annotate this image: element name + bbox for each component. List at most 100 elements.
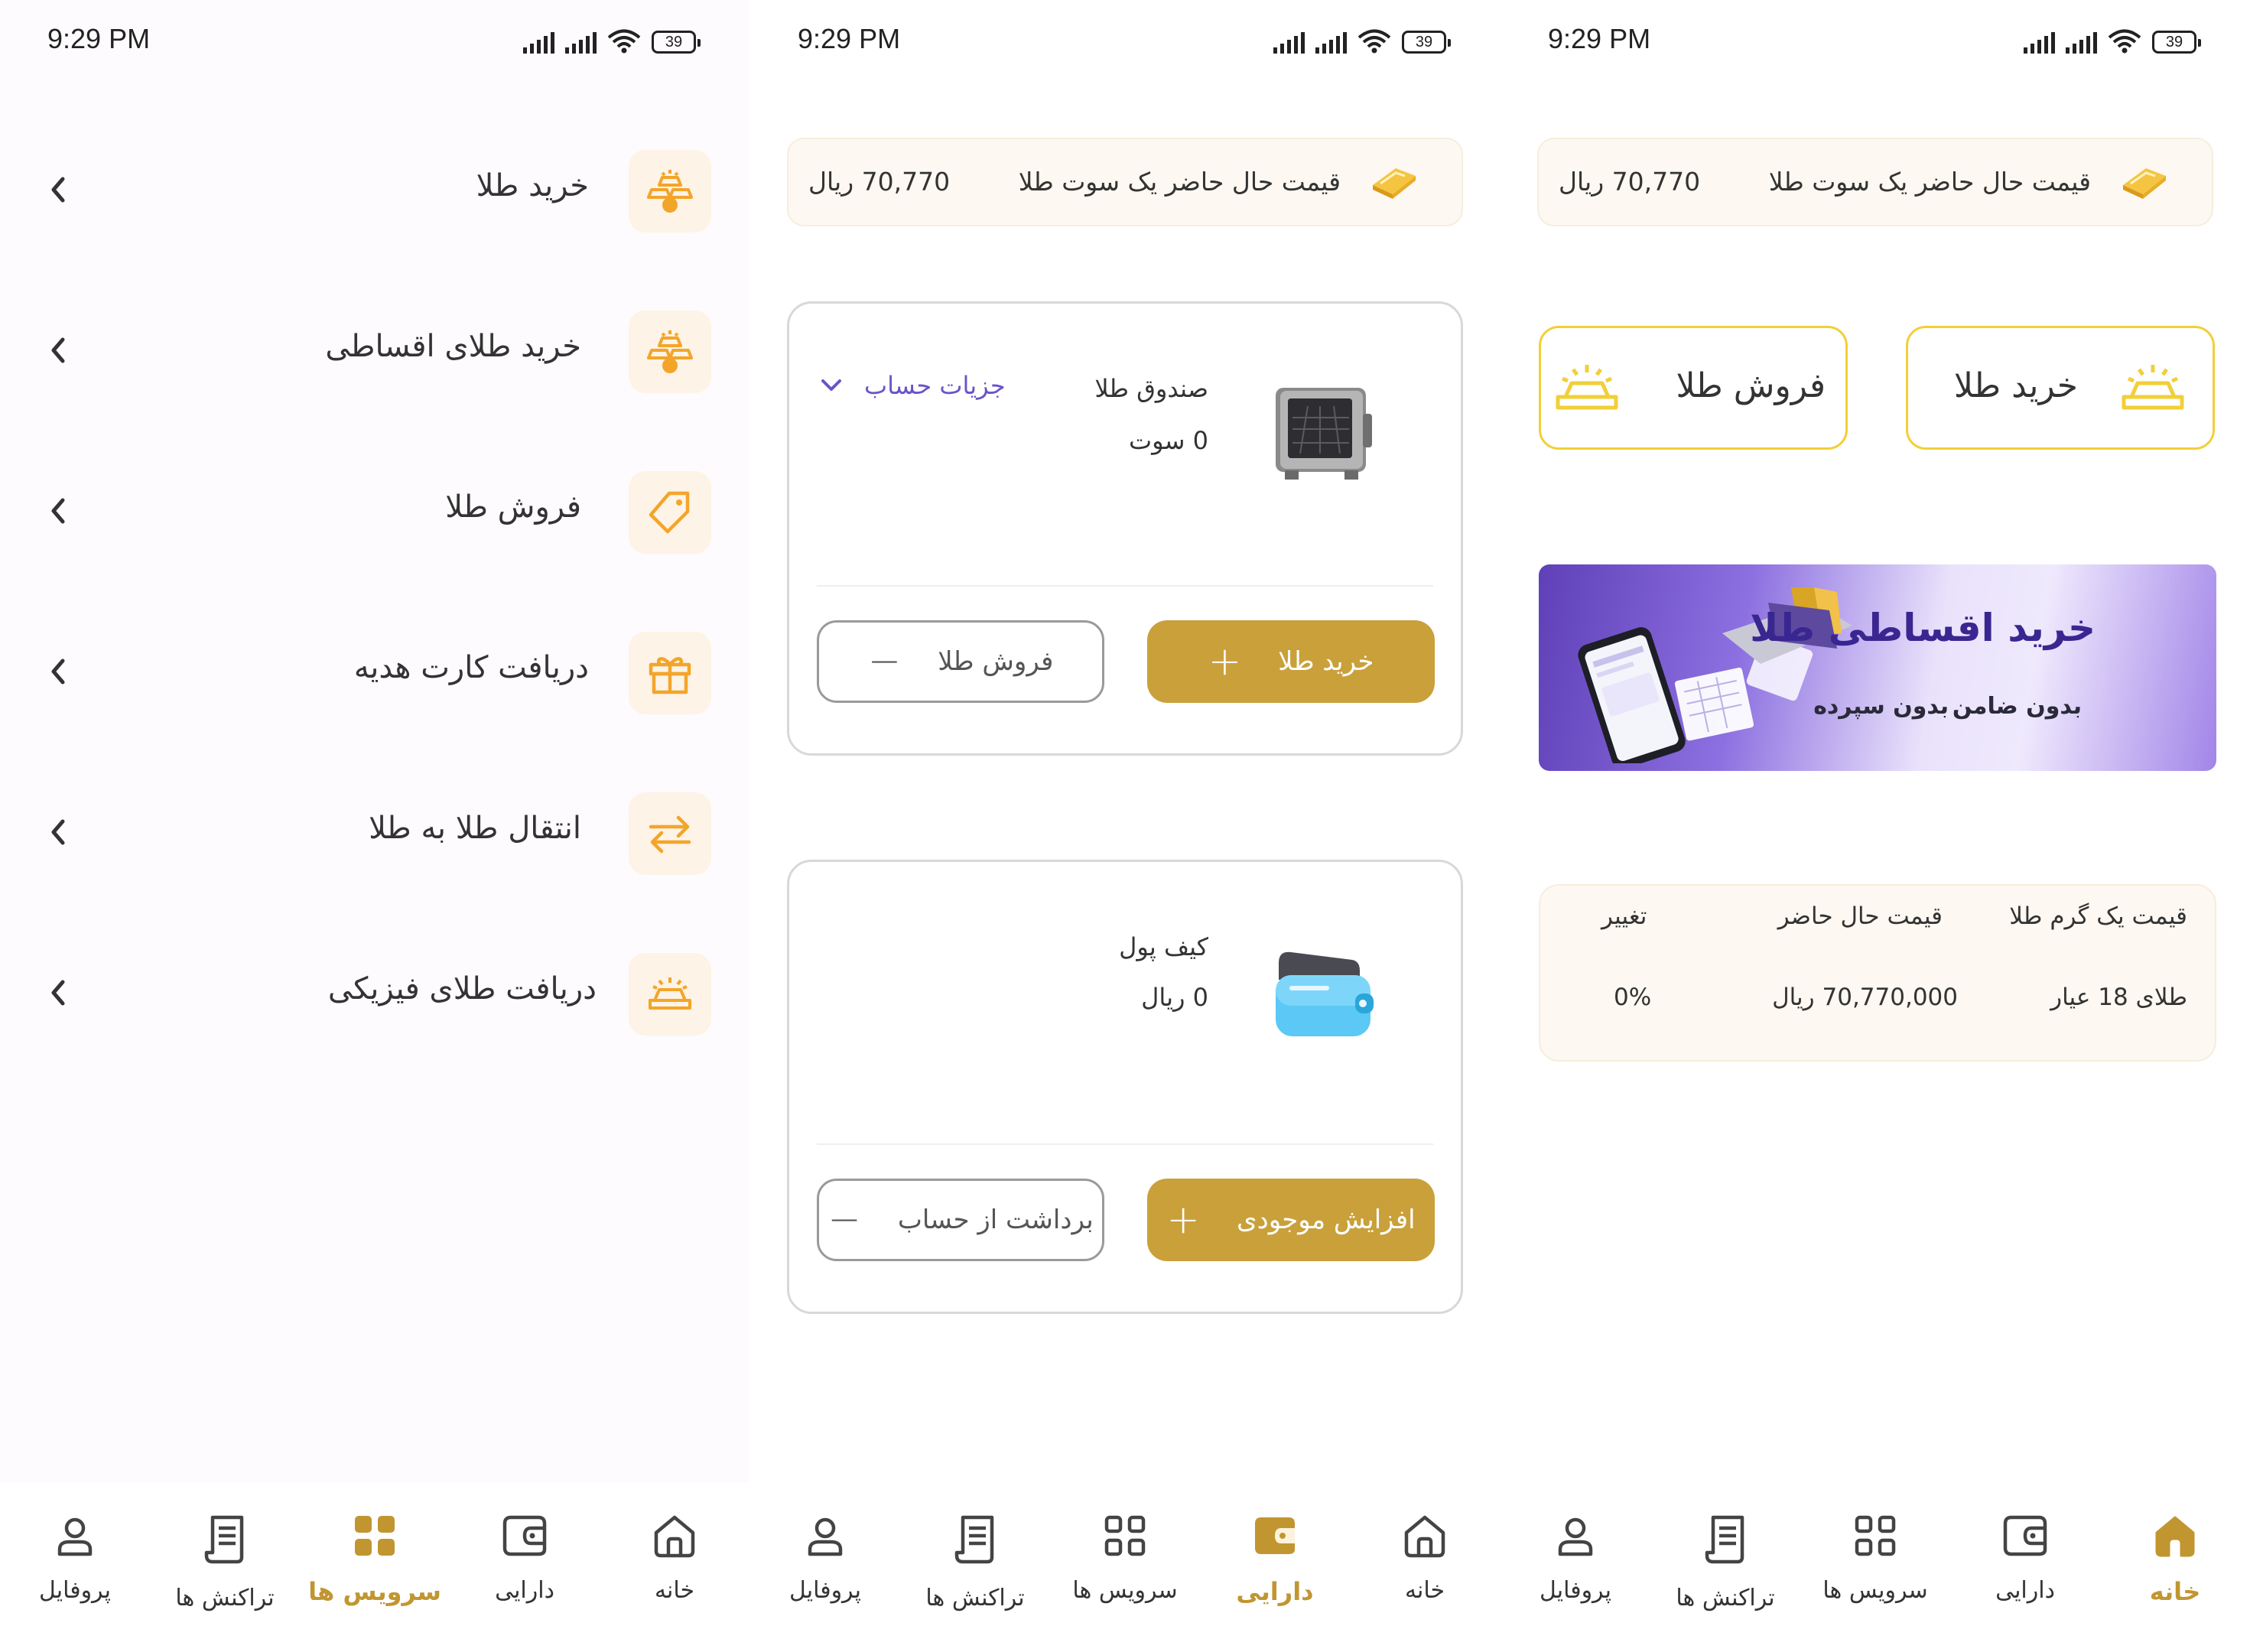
nav-home[interactable]: خانه	[2100, 1513, 2250, 1628]
nav-assets[interactable]: دارایی	[1200, 1513, 1350, 1628]
gold-bars-icon	[629, 150, 711, 233]
receipt-icon	[1705, 1515, 1744, 1564]
battery-icon: 39	[1402, 31, 1451, 54]
wallet-icon	[1276, 951, 1374, 1036]
gold-box-title: صندوق طلا	[1094, 374, 1208, 403]
grid-icon	[1855, 1515, 1896, 1556]
gold-bar-icon	[1556, 365, 1618, 410]
nav-home[interactable]: خانه	[1350, 1513, 1500, 1628]
service-physical-gold[interactable]: دریافت طلای فیزیکی	[0, 947, 749, 1039]
home-icon	[2155, 1516, 2195, 1557]
chevron-left-icon	[51, 498, 65, 524]
bottom-nav: پروفایل تراکنش ها سرویس ها دارایی خانه	[750, 1482, 1500, 1652]
nav-profile[interactable]: پروفایل	[750, 1513, 900, 1628]
status-bar: 9:29 PM 39	[1501, 0, 2250, 80]
nav-services[interactable]: سرویس ها	[1800, 1513, 1950, 1628]
nav-services[interactable]: سرویس ها	[300, 1513, 450, 1628]
home-screen: 9:29 PM 39 قیمت حال حاضر یک سوت طلا 70,7…	[1501, 0, 2250, 1652]
nav-transactions[interactable]: تراکنش ها	[1650, 1513, 1800, 1628]
user-icon	[57, 1517, 93, 1556]
status-icons: 39	[2024, 28, 2201, 54]
price-tag-icon	[629, 471, 711, 554]
promo-title: خرید اقساطی طلا	[1750, 606, 2096, 650]
gold-price-banner: قیمت حال حاضر یک سوت طلا 70,770 ریال	[787, 138, 1463, 226]
swap-arrows-icon	[629, 792, 711, 875]
chevron-left-icon	[51, 819, 65, 845]
price-value: 70,770 ریال	[808, 167, 951, 197]
bottom-nav: پروفایل تراکنش ها سرویس ها دارایی خانه	[0, 1482, 749, 1652]
gold-price-banner: قیمت حال حاضر یک سوت طلا 70,770 ریال	[1537, 138, 2213, 226]
gold-box-card: صندوق طلا 0 سوت جزیات حساب − فروش طلا + …	[787, 301, 1463, 756]
gold-bar-icon	[2123, 168, 2166, 199]
nav-services[interactable]: سرویس ها	[1050, 1513, 1200, 1628]
price-label: قیمت حال حاضر یک سوت طلا	[1768, 167, 2091, 197]
service-label: انتقال طلا به طلا	[369, 811, 581, 846]
grid-icon	[1104, 1515, 1146, 1556]
divider	[817, 585, 1433, 587]
chevron-left-icon	[51, 177, 65, 203]
deposit-button[interactable]: + افزایش موجودی	[1147, 1179, 1435, 1261]
withdraw-button[interactable]: − برداشت از حساب	[817, 1179, 1104, 1261]
gold-rate-table: قیمت یک گرم طلا قیمت حال حاضر تغییر طلای…	[1539, 884, 2216, 1062]
gold-bar-icon	[629, 953, 711, 1036]
bottom-nav: پروفایل تراکنش ها سرویس ها دارایی خانه	[1501, 1482, 2250, 1652]
table-header: تغییر	[1601, 902, 1647, 930]
service-gold-transfer[interactable]: انتقال طلا به طلا	[0, 786, 749, 878]
sell-gold-button[interactable]: − فروش طلا	[817, 620, 1104, 703]
service-label: فروش طلا	[445, 489, 581, 525]
grid-icon	[355, 1516, 395, 1556]
chevron-down-icon	[821, 379, 841, 391]
service-installment-gold[interactable]: خرید طلای اقساطی	[0, 304, 749, 396]
gold-bar-icon	[2122, 365, 2184, 410]
nav-profile[interactable]: پروفایل	[0, 1513, 150, 1628]
price-value: 70,770 ریال	[1559, 167, 1701, 197]
home-icon	[654, 1515, 695, 1558]
assets-screen: 9:29 PM 39 قیمت حال حاضر یک سوت طلا 70,7…	[750, 0, 1500, 1652]
gold-box-amount: 0 سوت	[1129, 426, 1208, 455]
signal-icon	[523, 32, 554, 54]
receipt-icon	[954, 1515, 994, 1564]
installment-promo-banner[interactable]: خرید اقساطی طلا بدون ضامن بدون سپرده	[1539, 564, 2216, 771]
nav-transactions[interactable]: تراکنش ها	[900, 1513, 1050, 1628]
nav-profile[interactable]: پروفایل	[1501, 1513, 1650, 1628]
divider	[817, 1143, 1433, 1145]
wallet-icon	[1255, 1517, 1295, 1554]
nav-assets[interactable]: دارایی	[450, 1513, 600, 1628]
wallet-icon	[2003, 1515, 2047, 1556]
safe-icon	[1276, 388, 1372, 480]
nav-assets[interactable]: دارایی	[1950, 1513, 2100, 1628]
wallet-amount: 0 ریال	[1141, 983, 1208, 1012]
chevron-left-icon	[51, 659, 65, 685]
status-bar: 9:29 PM 39	[0, 0, 749, 80]
signal-icon	[2024, 32, 2055, 54]
status-icons: 39	[523, 28, 701, 54]
status-time: 9:29 PM	[1548, 23, 1651, 54]
table-cell: طلای 18 عیار	[2050, 984, 2187, 1011]
gift-icon	[629, 632, 711, 714]
service-buy-gold[interactable]: خرید طلا	[0, 144, 749, 236]
service-label: خرید طلای اقساطی	[325, 329, 581, 364]
battery-icon: 39	[2152, 31, 2201, 54]
account-details-toggle[interactable]: جزیات حساب	[818, 371, 1006, 400]
service-sell-gold[interactable]: فروش طلا	[0, 465, 749, 557]
service-label: دریافت طلای فیزیکی	[327, 971, 597, 1006]
signal-icon	[1273, 32, 1305, 54]
plus-icon: +	[1166, 1197, 1200, 1243]
table-cell: 0%	[1614, 984, 1652, 1011]
buy-gold-button[interactable]: خرید طلا	[1906, 326, 2215, 450]
table-header: قیمت یک گرم طلا	[2009, 902, 2187, 930]
user-icon	[1558, 1517, 1593, 1556]
table-cell: 70,770,000 ریال	[1772, 984, 1958, 1011]
service-gift-card[interactable]: دریافت کارت هدیه	[0, 626, 749, 717]
wallet-icon	[502, 1515, 547, 1556]
nav-home[interactable]: خانه	[600, 1513, 749, 1628]
sell-gold-button[interactable]: فروش طلا	[1539, 326, 1848, 450]
signal-icon	[1315, 32, 1347, 54]
minus-icon: −	[867, 639, 902, 685]
gold-bar-icon	[1373, 168, 1416, 199]
user-icon	[808, 1517, 843, 1556]
nav-transactions[interactable]: تراکنش ها	[150, 1513, 300, 1628]
buy-gold-button[interactable]: + خرید طلا	[1147, 620, 1435, 703]
receipt-icon	[204, 1515, 244, 1564]
minus-icon: −	[827, 1197, 861, 1243]
